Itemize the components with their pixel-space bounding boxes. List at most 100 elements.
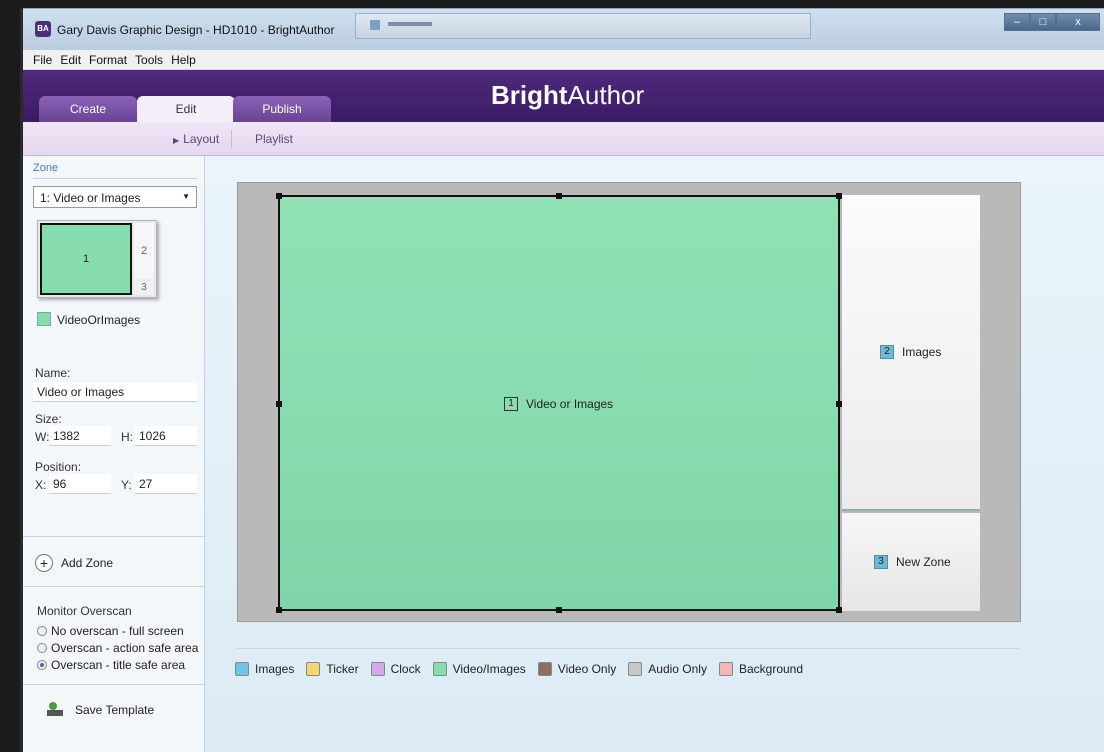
zone-section-label: Zone xyxy=(33,162,59,174)
add-zone-button[interactable]: + Add Zone xyxy=(35,554,113,572)
size-label: Size: xyxy=(35,412,62,426)
menu-format[interactable]: Format xyxy=(85,50,131,69)
zone-3-label: New Zone xyxy=(896,555,951,569)
background-window-title xyxy=(388,22,432,26)
app-icon: BA xyxy=(35,21,51,37)
subnav-playlist[interactable]: Playlist xyxy=(255,132,293,146)
zone-sidebar: Zone 1: Video or Images ▼ 1 2 3 VideoOrI… xyxy=(23,156,205,752)
overscan-option-title-safe[interactable]: Overscan - title safe area xyxy=(37,658,185,672)
legend-item: Ticker xyxy=(306,662,359,676)
legend-label: Ticker xyxy=(326,662,359,676)
x-position-field[interactable]: 96 xyxy=(49,474,111,494)
overscan-option-label: Overscan - action safe area xyxy=(51,641,199,655)
tab-publish[interactable]: Publish xyxy=(233,96,331,122)
resize-handle-top[interactable] xyxy=(556,193,562,199)
menu-file[interactable]: File xyxy=(29,50,56,69)
subnav-divider xyxy=(231,130,232,148)
zone-type-label: VideoOrImages xyxy=(57,313,141,327)
resize-handle-bottom[interactable] xyxy=(556,607,562,613)
menu-bar: File Edit Format Tools Help xyxy=(23,50,1104,70)
brand-bold: Bright xyxy=(491,80,568,110)
close-button[interactable]: x xyxy=(1056,13,1100,31)
menu-help[interactable]: Help xyxy=(167,50,200,69)
legend-swatch xyxy=(537,662,552,676)
thumbnail-zone-1[interactable]: 1 xyxy=(40,223,132,295)
subnav-layout-label: Layout xyxy=(183,132,220,146)
maximize-button[interactable]: □ xyxy=(1030,13,1056,31)
title-bar: BA Gary Davis Graphic Design - HD1010 - … xyxy=(23,8,1104,50)
zone-2-images[interactable]: 2 Images xyxy=(842,195,980,511)
tab-edit[interactable]: Edit xyxy=(137,96,235,122)
legend-divider xyxy=(235,648,1019,649)
legend-swatch xyxy=(370,662,385,676)
menu-tools[interactable]: Tools xyxy=(131,50,167,69)
overscan-option-label: No overscan - full screen xyxy=(51,624,184,638)
zone-1-caption: 1 Video or Images xyxy=(504,397,613,411)
radio-button[interactable] xyxy=(37,643,47,653)
legend-swatch xyxy=(306,662,321,676)
zone-select[interactable]: 1: Video or Images ▼ xyxy=(33,186,197,208)
zone-number-badge: 1 xyxy=(504,397,518,411)
zone-1-video-or-images[interactable]: 1 Video or Images xyxy=(276,193,842,613)
legend-item: Audio Only xyxy=(628,662,707,676)
layout-editor: 1 Video or Images 2 Images 3 New Zone Im… xyxy=(205,156,1104,752)
resize-handle-top-left[interactable] xyxy=(276,193,282,199)
zone-2-caption: 2 Images xyxy=(880,345,941,359)
y-position-field[interactable]: 27 xyxy=(135,474,197,494)
layout-canvas: 1 Video or Images 2 Images 3 New Zone xyxy=(237,182,1021,622)
height-field[interactable]: 1026 xyxy=(135,426,197,446)
save-template-label: Save Template xyxy=(75,703,155,717)
legend-label: Clock xyxy=(390,662,421,676)
height-label: H: xyxy=(121,430,133,444)
name-label: Name: xyxy=(35,366,71,380)
name-field[interactable]: Video or Images xyxy=(33,382,197,402)
save-template-icon xyxy=(47,702,65,718)
radio-button[interactable] xyxy=(37,626,47,636)
legend-swatch xyxy=(235,662,249,676)
zone-1-label: Video or Images xyxy=(526,397,614,411)
sidebar-divider xyxy=(23,536,204,537)
zone-3-new-zone[interactable]: 3 New Zone xyxy=(842,513,980,611)
layout-thumbnail[interactable]: 1 2 3 xyxy=(37,220,157,298)
app-header: BrightAuthor Create Edit Publish xyxy=(23,70,1104,122)
zone-section-divider xyxy=(33,178,197,179)
minimize-button[interactable]: – xyxy=(1004,13,1030,31)
zone-type-legend: Images Ticker Clock Video/Images Video Only A… xyxy=(235,662,815,676)
thumbnail-zone-3[interactable]: 3 xyxy=(134,281,154,295)
resize-handle-bottom-left[interactable] xyxy=(276,607,282,613)
radio-button-selected[interactable] xyxy=(37,660,47,670)
background-window-tab[interactable] xyxy=(355,13,811,39)
legend-item: Video Only xyxy=(537,662,617,676)
overscan-option-action-safe[interactable]: Overscan - action safe area xyxy=(37,641,198,655)
legend-item: Background xyxy=(718,662,803,676)
legend-label: Audio Only xyxy=(648,662,707,676)
legend-swatch xyxy=(718,662,733,676)
overscan-option-none[interactable]: No overscan - full screen xyxy=(37,624,184,638)
width-field[interactable]: 1382 xyxy=(49,426,111,446)
save-template-button[interactable]: Save Template xyxy=(47,702,154,718)
subnav-layout[interactable]: ▶ Layout xyxy=(173,132,219,146)
brand-logo: BrightAuthor xyxy=(491,80,644,111)
zone-3-caption: 3 New Zone xyxy=(874,555,951,569)
legend-label: Images xyxy=(255,662,295,676)
zone-select-value: 1: Video or Images xyxy=(40,191,141,205)
active-arrow-icon: ▶ xyxy=(173,136,180,145)
tab-create[interactable]: Create xyxy=(39,96,137,122)
legend-item: Images xyxy=(235,662,294,676)
overscan-option-label: Overscan - title safe area xyxy=(51,658,186,672)
sidebar-divider xyxy=(23,684,204,685)
chevron-down-icon: ▼ xyxy=(182,192,190,201)
thumbnail-zone-2[interactable]: 2 xyxy=(134,223,154,279)
legend-label: Video/Images xyxy=(452,662,526,676)
brand-light: Author xyxy=(567,80,645,110)
window-controls: – □ x xyxy=(1004,13,1100,31)
menu-edit[interactable]: Edit xyxy=(56,50,85,69)
x-label: X: xyxy=(35,478,47,492)
plus-icon: + xyxy=(35,554,53,572)
sidebar-divider xyxy=(23,586,204,587)
position-label: Position: xyxy=(35,460,82,474)
resize-handle-left[interactable] xyxy=(276,401,282,407)
app-window: BA Gary Davis Graphic Design - HD1010 - … xyxy=(20,8,1104,752)
legend-label: Video Only xyxy=(557,662,617,676)
window-title: Gary Davis Graphic Design - HD1010 - Bri… xyxy=(57,23,335,37)
